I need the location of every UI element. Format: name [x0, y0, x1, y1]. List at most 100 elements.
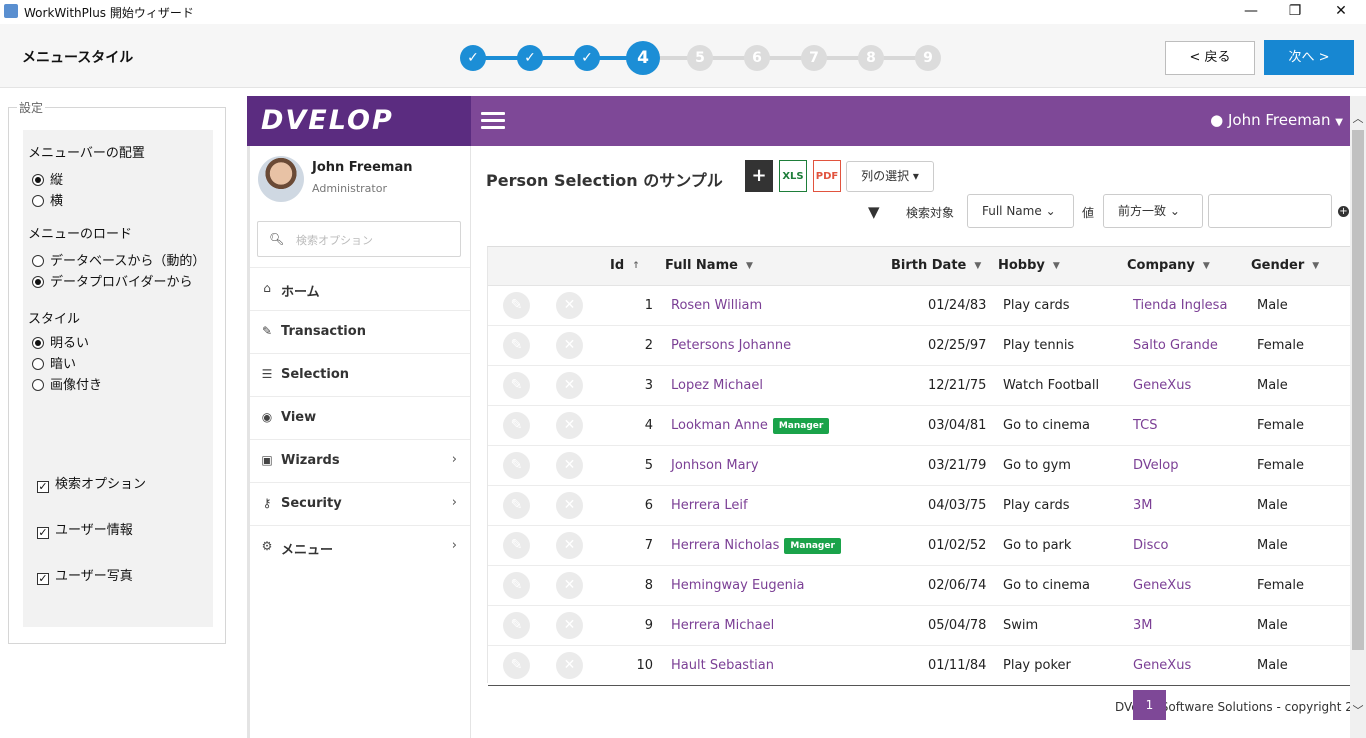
cell-company[interactable]: Tienda Inglesa [1133, 298, 1227, 313]
col-fullname-header[interactable]: Full Name ▼ [665, 258, 753, 273]
table-row[interactable]: ✎ ✕ 7 Herrera Nicholas Manager 01/02/52 Go to … [488, 526, 1352, 566]
cell-fullname[interactable]: Rosen William [671, 298, 762, 313]
pdf-export-icon[interactable]: PDF [813, 160, 841, 192]
checkbox-user-info[interactable]: ✓ ユーザー情報 [37, 519, 133, 539]
cell-fullname[interactable]: Herrera Michael [671, 618, 774, 633]
radio-icon[interactable] [32, 379, 44, 391]
column-select-button[interactable]: 列の選択 ▾ [846, 161, 934, 192]
page-number-button[interactable]: 1 [1133, 690, 1166, 720]
delete-icon[interactable]: ✕ [556, 532, 583, 559]
cell-company[interactable]: Disco [1133, 538, 1169, 553]
edit-icon[interactable]: ✎ [503, 452, 530, 479]
sidebar-item-5[interactable]: ▣ Wizards › [250, 439, 470, 482]
cell-fullname[interactable]: Lopez Michael [671, 378, 763, 393]
edit-icon[interactable]: ✎ [503, 572, 530, 599]
table-row[interactable]: ✎ ✕ 5 Jonhson Mary 03/21/79 Go to gym DVelop Fe… [488, 446, 1352, 486]
cell-fullname[interactable]: Hault Sebastian [671, 658, 774, 673]
radio-icon[interactable] [32, 174, 44, 186]
cell-fullname[interactable]: Herrera Leif [671, 498, 748, 513]
filter-icon[interactable]: ▼ [868, 203, 880, 221]
step-9[interactable]: 9 [915, 45, 941, 71]
delete-icon[interactable]: ✕ [556, 652, 583, 679]
edit-icon[interactable]: ✎ [503, 292, 530, 319]
vertical-scrollbar[interactable]: ︿ ﹀ [1350, 96, 1366, 738]
back-button[interactable]: < 戻る [1165, 41, 1255, 75]
delete-icon[interactable]: ✕ [556, 332, 583, 359]
step-5[interactable]: 5 [687, 45, 713, 71]
sidebar-item-2[interactable]: ✎ Transaction [250, 310, 470, 353]
radio-icon[interactable] [32, 358, 44, 370]
col-birthdate-header[interactable]: Birth Date ▼ [891, 258, 981, 273]
match-select[interactable]: 前方一致 ⌄ [1103, 194, 1203, 228]
cell-company[interactable]: 3M [1133, 498, 1153, 513]
radio-from-database[interactable]: データベースから（動的） [32, 250, 205, 269]
table-row[interactable]: ✎ ✕ 4 Lookman Anne Manager 03/04/81 Go to cine… [488, 406, 1352, 446]
checkbox-icon[interactable]: ✓ [37, 573, 49, 585]
cell-company[interactable]: DVelop [1133, 458, 1178, 473]
step-7[interactable]: 7 [801, 45, 827, 71]
step-4-current[interactable]: 4 [626, 41, 660, 75]
hamburger-icon[interactable] [481, 112, 505, 130]
user-dropdown[interactable]: ● John Freeman ▼ [1210, 111, 1343, 129]
checkbox-icon[interactable]: ✓ [37, 481, 49, 493]
step-8[interactable]: 8 [858, 45, 884, 71]
sidebar-item-6[interactable]: ⚷ Security › [250, 482, 470, 525]
checkbox-icon[interactable]: ✓ [37, 527, 49, 539]
col-gender-header[interactable]: Gender ▼ [1251, 258, 1319, 273]
col-hobby-header[interactable]: Hobby ▼ [998, 258, 1060, 273]
step-1[interactable]: ✓ [460, 45, 486, 71]
delete-icon[interactable]: ✕ [556, 412, 583, 439]
step-3[interactable]: ✓ [574, 45, 600, 71]
radio-icon[interactable] [32, 337, 44, 349]
cell-fullname[interactable]: Hemingway Eugenia [671, 578, 805, 593]
radio-vertical[interactable]: 縦 [32, 169, 63, 188]
next-button[interactable]: 次へ > [1264, 40, 1354, 75]
table-row[interactable]: ✎ ✕ 9 Herrera Michael 05/04/78 Swim 3M Male [488, 606, 1352, 646]
edit-icon[interactable]: ✎ [503, 492, 530, 519]
checkbox-user-photo[interactable]: ✓ ユーザー写真 [37, 565, 133, 585]
cell-company[interactable]: GeneXus [1133, 578, 1191, 593]
edit-icon[interactable]: ✎ [503, 412, 530, 439]
radio-light[interactable]: 明るい [32, 332, 89, 351]
cell-company[interactable]: Salto Grande [1133, 338, 1218, 353]
table-row[interactable]: ✎ ✕ 3 Lopez Michael 12/21/75 Watch Football Ge… [488, 366, 1352, 406]
table-row[interactable]: ✎ ✕ 10 Hault Sebastian 01/11/84 Play poker Gen… [488, 646, 1352, 686]
sidebar-item-1[interactable]: ⌂ ホーム [250, 267, 470, 310]
minimize-button[interactable]: — [1228, 0, 1274, 24]
col-id-header[interactable]: Id ↑ [610, 258, 640, 273]
scroll-down-icon[interactable]: ﹀ [1350, 702, 1366, 718]
delete-icon[interactable]: ✕ [556, 492, 583, 519]
radio-horizontal[interactable]: 横 [32, 190, 63, 209]
sidebar-item-4[interactable]: ◉ View [250, 396, 470, 439]
table-row[interactable]: ✎ ✕ 1 Rosen William 01/24/83 Play cards Tienda… [488, 286, 1352, 326]
delete-icon[interactable]: ✕ [556, 612, 583, 639]
table-row[interactable]: ✎ ✕ 2 Petersons Johanne 02/25/97 Play tennis S… [488, 326, 1352, 366]
close-button[interactable]: ✕ [1318, 0, 1364, 24]
radio-from-dataprovider[interactable]: データプロバイダーから [32, 271, 192, 290]
step-2[interactable]: ✓ [517, 45, 543, 71]
edit-icon[interactable]: ✎ [503, 612, 530, 639]
delete-icon[interactable]: ✕ [556, 372, 583, 399]
col-company-header[interactable]: Company ▼ [1127, 258, 1210, 273]
step-6[interactable]: 6 [744, 45, 770, 71]
delete-icon[interactable]: ✕ [556, 572, 583, 599]
cell-fullname[interactable]: Jonhson Mary [671, 458, 759, 473]
delete-icon[interactable]: ✕ [556, 452, 583, 479]
cell-company[interactable]: GeneXus [1133, 378, 1191, 393]
table-row[interactable]: ✎ ✕ 8 Hemingway Eugenia 02/06/74 Go to cinema… [488, 566, 1352, 606]
cell-fullname[interactable]: Herrera Nicholas Manager [671, 538, 841, 554]
search-input[interactable]: 🔍︎ 検索オプション [257, 221, 461, 257]
edit-icon[interactable]: ✎ [503, 652, 530, 679]
edit-icon[interactable]: ✎ [503, 372, 530, 399]
edit-icon[interactable]: ✎ [503, 532, 530, 559]
sidebar-item-7[interactable]: ⚙ メニュー › [250, 525, 470, 568]
edit-icon[interactable]: ✎ [503, 332, 530, 359]
sidebar-item-3[interactable]: ☰ Selection [250, 353, 470, 396]
table-row[interactable]: ✎ ✕ 6 Herrera Leif 04/03/75 Play cards 3M Male [488, 486, 1352, 526]
radio-with-image[interactable]: 画像付き [32, 374, 102, 393]
radio-dark[interactable]: 暗い [32, 353, 76, 372]
search-target-select[interactable]: Full Name ⌄ [967, 194, 1074, 228]
radio-icon[interactable] [32, 195, 44, 207]
scroll-thumb[interactable] [1352, 130, 1364, 650]
radio-icon[interactable] [32, 276, 44, 288]
